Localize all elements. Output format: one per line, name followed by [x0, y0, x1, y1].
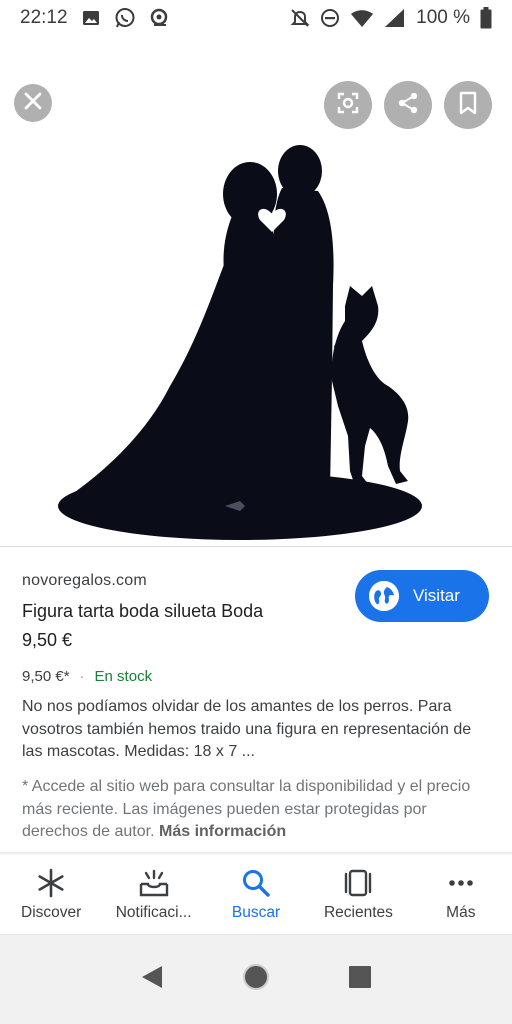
back-triangle-icon — [140, 964, 164, 995]
nav-label: Buscar — [231, 904, 281, 921]
system-nav-bar — [0, 934, 512, 1024]
back-button[interactable] — [132, 960, 172, 1000]
image-icon — [82, 9, 100, 27]
nav-label: Notificaci... — [115, 904, 192, 921]
notifications-icon — [138, 868, 170, 898]
nav-discover[interactable]: Discover — [0, 856, 102, 934]
nav-label: Recientes — [323, 904, 393, 921]
mute-icon — [290, 8, 310, 28]
visit-button[interactable]: Visitar — [355, 570, 489, 622]
globe-icon — [369, 581, 399, 611]
home-button[interactable] — [236, 960, 276, 1000]
meta-separator: · — [79, 668, 85, 685]
search-icon — [241, 868, 271, 898]
dnd-icon — [320, 8, 340, 28]
meta-row: 9,50 €* · En stock — [22, 668, 152, 685]
divider — [0, 546, 512, 547]
bookmark-button[interactable] — [444, 81, 492, 129]
nav-label: Más — [446, 904, 476, 921]
asterisk-icon — [36, 868, 66, 898]
overview-button[interactable] — [340, 960, 380, 1000]
lens-icon — [336, 91, 360, 120]
more-info-link[interactable]: Más información — [159, 823, 286, 840]
whatsapp-icon — [114, 7, 136, 29]
result-description: No nos podíamos olvidar de los amantes d… — [22, 698, 472, 760]
result-price: 9,50 € — [22, 630, 73, 650]
result-title[interactable]: Figura tarta boda silueta Boda — [22, 601, 263, 622]
battery-percent: 100 % — [416, 7, 470, 28]
availability-note: * Accede al sitio web para consultar la … — [22, 776, 492, 844]
share-icon — [396, 91, 420, 120]
battery-icon — [480, 7, 492, 29]
nav-recents[interactable]: Recientes — [307, 856, 409, 934]
meta-price: 9,50 €* — [22, 668, 70, 685]
stock-status: En stock — [94, 668, 153, 685]
nav-notifications[interactable]: Notificaci... — [102, 856, 204, 934]
lens-button[interactable] — [324, 81, 372, 129]
recents-icon — [342, 868, 374, 898]
overview-square-icon — [349, 966, 371, 993]
nav-more[interactable]: Más — [410, 856, 512, 934]
source-domain[interactable]: novoregalos.com — [22, 572, 147, 590]
visit-label: Visitar — [413, 586, 460, 605]
bookmark-icon — [458, 91, 478, 120]
assistant-icon — [150, 8, 170, 28]
close-button[interactable] — [14, 84, 52, 122]
share-button[interactable] — [384, 81, 432, 129]
nav-search[interactable]: Buscar — [205, 856, 307, 934]
clock: 22:12 — [20, 7, 68, 28]
home-circle-icon — [242, 963, 270, 996]
status-bar: 22:12 100 % — [0, 0, 512, 36]
more-icon — [446, 868, 476, 898]
image-preview[interactable] — [0, 36, 512, 546]
close-icon — [24, 92, 42, 115]
nav-label: Discover — [21, 904, 82, 921]
wifi-icon — [350, 8, 374, 28]
signal-icon — [384, 8, 406, 28]
wedding-silhouette-image — [58, 145, 422, 540]
bottom-nav: Discover Notificaci... Buscar Recientes … — [0, 856, 512, 934]
